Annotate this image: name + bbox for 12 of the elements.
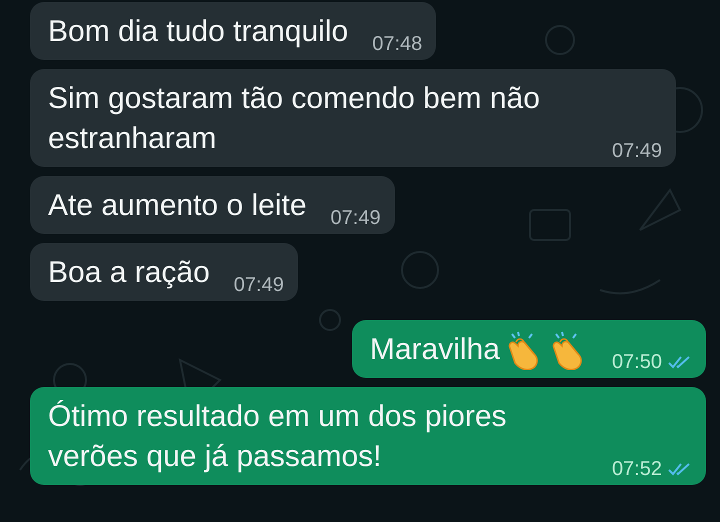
message-text: Bom dia tudo tranquilo [48, 14, 348, 50]
message-text: Maravilha [370, 332, 500, 368]
message-text: Sim gostaram tão comendo bem não estranharam [48, 81, 541, 157]
message-text: Boa a ração [48, 255, 210, 291]
message-text: Ótimo resultado em um dos piores verões que já passamos! [48, 399, 508, 475]
message-time: 07:49 [330, 206, 381, 230]
message-time: 07:49 [612, 139, 662, 163]
message-time: 07:49 [234, 273, 284, 297]
message-time: 07:52 [612, 457, 662, 481]
message-time: 07:48 [372, 32, 422, 56]
message-text: Ate aumento o leite [48, 188, 307, 224]
message-time: 07:50 [612, 350, 662, 374]
